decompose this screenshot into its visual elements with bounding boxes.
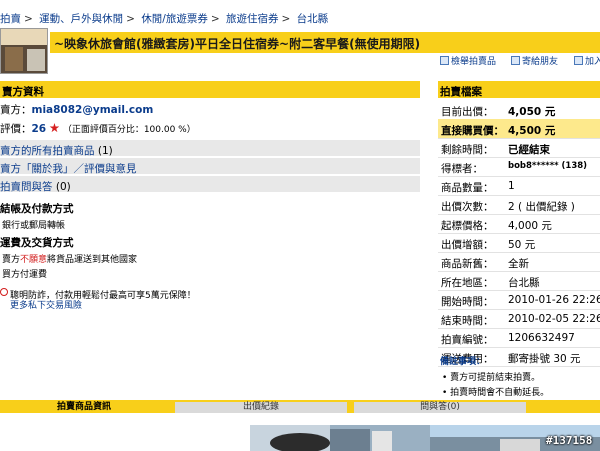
breadcrumb-lodging[interactable]: 旅遊住宿券 <box>226 13 279 25</box>
info-row-label: 所在地區： <box>441 277 494 289</box>
info-row-label: 目前出價： <box>441 106 494 118</box>
info-row-value: 已經結束 <box>508 144 550 156</box>
info-row-label: 開始時間： <box>441 296 494 308</box>
warning-icon <box>0 288 8 296</box>
seller-all-items-row[interactable]: 賣方的所有拍賣商品 (1) <box>0 140 420 157</box>
fraud-link[interactable]: 更多私下交易風險 <box>10 298 82 311</box>
breadcrumb-sports[interactable]: 運動、戶外與休閒 <box>39 13 123 25</box>
info-row: 剩餘時間： 已經結束 <box>438 138 600 158</box>
info-row: 起標價格： 4,000 元 <box>438 214 600 234</box>
info-row-value: 4,500 元 <box>508 125 556 137</box>
note-item: • 賣方可提前結束拍賣。 <box>442 373 541 383</box>
tab-item-info[interactable]: 拍賣商品資訊 <box>0 402 168 413</box>
info-row-label: 出價增額： <box>441 239 494 251</box>
tab-qa[interactable]: 問與答(0) <box>354 402 526 413</box>
report-item-link[interactable]: 檢舉拍賣品 <box>440 54 496 67</box>
info-row: 拍賣編號： 1206632497 <box>438 328 600 348</box>
add-watchlist-link[interactable]: 加入 <box>574 54 600 67</box>
info-row: 直接購買價： 4,500 元 <box>438 119 600 139</box>
info-row-value: 4,050 元 <box>508 106 556 118</box>
info-row-value: 2010-01-26 22:26 <box>508 294 600 306</box>
payment-method: 銀行或郵局轉帳 <box>2 221 66 231</box>
info-row-label: 結束時間： <box>441 315 494 327</box>
info-row-label: 直接購買價： <box>441 125 504 137</box>
info-row-value: 4,000 元 <box>508 220 552 232</box>
rating-percent: （正面評價百分比：100.00 %） <box>62 125 196 135</box>
seller-rating: 評價：26 （正面評價百分比：100.00 %） <box>0 123 196 135</box>
note-item: • 拍賣時間會不自動延長。 <box>442 388 550 398</box>
info-row: 所在地區： 台北縣 <box>438 271 600 291</box>
info-row: 出價次數： 2 ( 出價紀錄 ) <box>438 195 600 215</box>
info-row: 結束時間： 2010-02-05 22:26 <box>438 309 600 329</box>
seller-contact: 賣方：mia8082@ymail.com <box>0 104 154 116</box>
rating-score-link[interactable]: 26 <box>32 123 47 135</box>
shipping-policy: 賣方不願意將貨品運送到其他國家 <box>2 255 138 265</box>
info-row-label: 剩餘時間： <box>441 144 494 156</box>
info-row: 目前出價： 4,050 元 <box>438 100 600 120</box>
notes-title: 備註事項： <box>440 357 486 367</box>
info-row-value: 1206632497 <box>508 332 575 344</box>
seller-email-link[interactable]: mia8082@ymail.com <box>32 104 154 116</box>
info-row-value: 全新 <box>508 258 529 270</box>
info-row: 商品數量： 1 <box>438 176 600 196</box>
qa-link[interactable]: 拍賣問與答 <box>0 181 53 193</box>
info-row-label: 拍賣編號： <box>441 334 494 346</box>
shipping-title: 運費及交貨方式 <box>0 237 74 249</box>
mail-icon <box>511 56 520 65</box>
info-row: 得標者： bob8****** (138) <box>438 157 600 177</box>
info-row-label: 起標價格： <box>441 220 494 232</box>
seller-about-row[interactable]: 賣方「關於我」／評價與意見 <box>0 158 420 175</box>
info-section-header: 拍賣檔案 <box>438 81 600 98</box>
tab-bid-history[interactable]: 出價紀錄 <box>175 402 347 413</box>
info-row-value: 1 <box>508 180 515 192</box>
info-row-value: 50 元 <box>508 239 536 251</box>
info-row-value: 台北縣 <box>508 277 540 289</box>
info-row: 開始時間： 2010-01-26 22:26 <box>438 290 600 310</box>
plus-icon <box>574 56 583 65</box>
watermark: #137158 <box>546 434 593 447</box>
seller-all-items-link[interactable]: 賣方的所有拍賣商品 <box>0 145 95 157</box>
item-photo-strip <box>250 425 600 451</box>
item-title: ~映象休旅會館(雅緻套房)平日全日住宿券~附二客早餐(無使用期限) <box>50 32 600 53</box>
info-row-label: 得標者： <box>441 163 483 175</box>
refuse-text: 不願意 <box>20 255 48 265</box>
info-row-label: 商品新舊： <box>441 258 494 270</box>
item-thumbnail[interactable] <box>0 28 48 74</box>
qa-row[interactable]: 拍賣問與答 (0) <box>0 176 420 193</box>
info-row-value: 郵寄掛號 30 元 <box>508 353 581 365</box>
seller-section-header: 賣方資料 <box>0 81 420 98</box>
flag-icon <box>440 56 449 65</box>
shipping-fee: 買方付運費 <box>2 270 48 280</box>
info-row-value: 2010-02-05 22:26 <box>508 313 600 325</box>
payment-title: 結帳及付款方式 <box>0 203 74 215</box>
breadcrumb-auction[interactable]: 拍賣 <box>0 13 21 25</box>
info-row-label: 出價次數： <box>441 201 494 213</box>
breadcrumb-taipei[interactable]: 台北縣 <box>297 13 329 25</box>
info-row: 出價增額： 50 元 <box>438 233 600 253</box>
breadcrumb-leisure-tickets[interactable]: 休閒/旅遊票券 <box>141 13 208 25</box>
send-friend-link[interactable]: 寄給朋友 <box>511 54 558 67</box>
star-icon <box>49 123 60 133</box>
info-row: 商品新舊： 全新 <box>438 252 600 272</box>
breadcrumb: 拍賣 > 運動、戶外與休閒 > 休閒/旅遊票券 > 旅遊住宿券 > 台北縣 <box>0 13 329 25</box>
tab-bar: 拍賣商品資訊 出價紀錄 問與答(0) <box>0 400 600 413</box>
info-row-value: bob8****** (138) <box>508 161 588 171</box>
seller-about-link[interactable]: 賣方「關於我」／評價與意見 <box>0 163 137 175</box>
info-row-value: 2 ( 出價紀錄 ) <box>508 201 575 213</box>
info-row-label: 商品數量： <box>441 182 494 194</box>
